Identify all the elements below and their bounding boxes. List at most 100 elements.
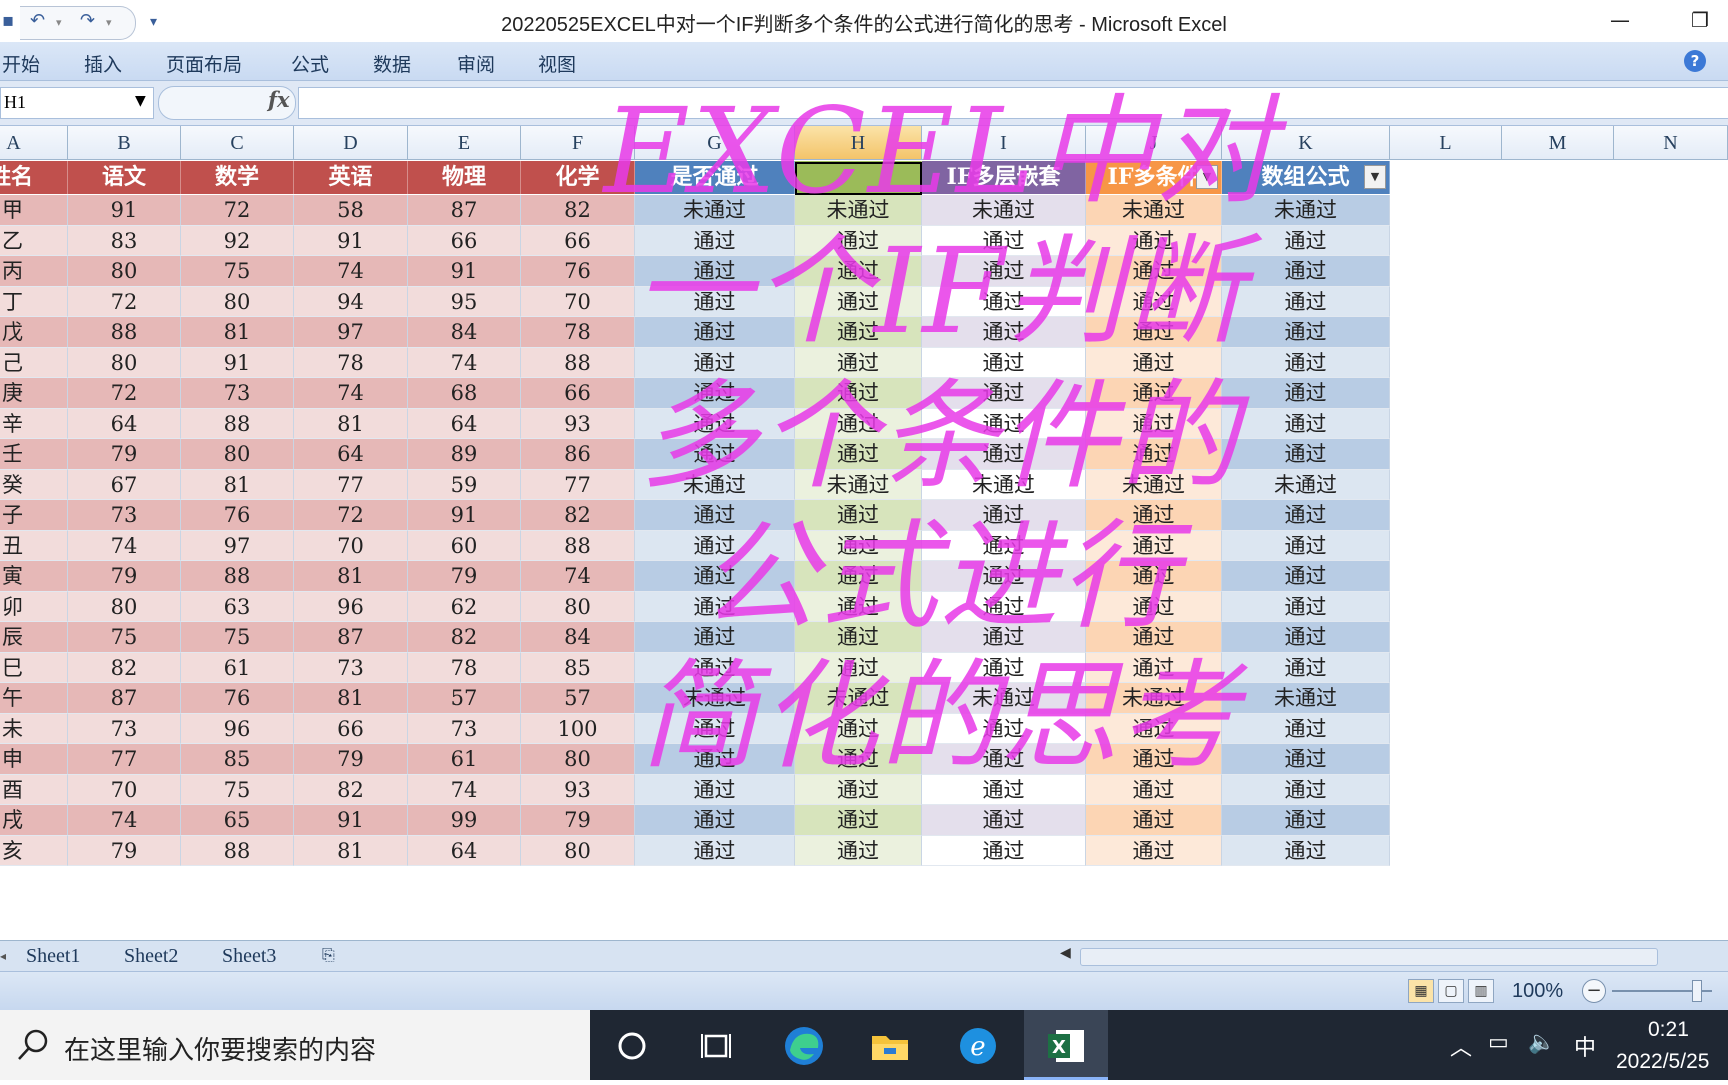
header-cell-physics[interactable]: 物理: [408, 161, 521, 194]
scroll-left-icon[interactable]: ◂: [0, 944, 6, 968]
cell-physics[interactable]: 60: [408, 530, 521, 561]
cell-chemistry[interactable]: 57: [521, 683, 635, 714]
cell-if-nested[interactable]: 未通过: [922, 469, 1086, 500]
column-header-c[interactable]: C: [181, 126, 294, 160]
cell-h[interactable]: 通过: [795, 500, 922, 531]
cell-chemistry[interactable]: 77: [521, 469, 635, 500]
cell-name[interactable]: 子: [0, 500, 68, 531]
task-view-icon[interactable]: [692, 1022, 740, 1070]
cell-chemistry[interactable]: 80: [521, 744, 635, 775]
insert-sheet-icon[interactable]: ⎘: [322, 944, 335, 968]
column-header-n[interactable]: N: [1614, 126, 1728, 160]
cell-math[interactable]: 81: [181, 469, 294, 500]
cell-chinese[interactable]: 79: [68, 835, 181, 866]
cell-chemistry[interactable]: 76: [521, 256, 635, 287]
page-break-view-button[interactable]: ▥: [1468, 979, 1494, 1003]
sheet-tab-sheet3[interactable]: Sheet3: [222, 944, 276, 968]
cell-name[interactable]: 卯: [0, 591, 68, 622]
cell-chinese[interactable]: 83: [68, 225, 181, 256]
cell-if-nested[interactable]: 通过: [922, 622, 1086, 653]
cell-english[interactable]: 79: [294, 744, 408, 775]
header-cell-math[interactable]: 数学: [181, 161, 294, 194]
cell-english[interactable]: 81: [294, 683, 408, 714]
search-input[interactable]: 在这里输入你要搜索的内容: [64, 1030, 376, 1067]
cell-name[interactable]: 寅: [0, 561, 68, 592]
network-icon[interactable]: ▭: [1488, 1030, 1509, 1055]
cell-if-multi[interactable]: 通过: [1086, 500, 1222, 531]
zoom-out-button[interactable]: −: [1582, 979, 1606, 1003]
cell-physics[interactable]: 62: [408, 591, 521, 622]
cell-if-multi[interactable]: 通过: [1086, 652, 1222, 683]
normal-view-button[interactable]: ▦: [1408, 979, 1434, 1003]
cell-math[interactable]: 75: [181, 256, 294, 287]
header-cell-chemistry[interactable]: 化学: [521, 161, 635, 194]
cell-english[interactable]: 74: [294, 378, 408, 409]
cell-physics[interactable]: 73: [408, 713, 521, 744]
cell-english[interactable]: 91: [294, 225, 408, 256]
cell-h[interactable]: 通过: [795, 347, 922, 378]
tab-review[interactable]: 审阅: [457, 50, 495, 77]
clock-time[interactable]: 0:21: [1648, 1018, 1689, 1042]
cell-h[interactable]: 通过: [795, 439, 922, 470]
cell-pass[interactable]: 通过: [635, 561, 795, 592]
cell-physics[interactable]: 78: [408, 652, 521, 683]
cell-array[interactable]: 通过: [1222, 591, 1390, 622]
cell-h[interactable]: 通过: [795, 561, 922, 592]
cell-if-nested[interactable]: 通过: [922, 256, 1086, 287]
cell-english[interactable]: 58: [294, 195, 408, 226]
cell-math[interactable]: 76: [181, 500, 294, 531]
cell-chemistry[interactable]: 88: [521, 347, 635, 378]
taskbar-search[interactable]: 在这里输入你要搜索的内容: [0, 1010, 590, 1080]
cell-physics[interactable]: 61: [408, 744, 521, 775]
cell-name[interactable]: 丁: [0, 286, 68, 317]
cell-if-nested[interactable]: 通过: [922, 805, 1086, 836]
column-header-b[interactable]: B: [68, 126, 181, 160]
edge-icon[interactable]: [780, 1022, 828, 1070]
header-cell-if-multi[interactable]: IF多条件 ▼: [1086, 161, 1222, 194]
cell-english[interactable]: 82: [294, 774, 408, 805]
chevron-up-icon[interactable]: ︿: [1450, 1030, 1472, 1062]
cell-h[interactable]: 通过: [795, 591, 922, 622]
column-header-i[interactable]: I: [922, 126, 1086, 160]
cell-physics[interactable]: 91: [408, 256, 521, 287]
cell-chemistry[interactable]: 93: [521, 774, 635, 805]
cell-math[interactable]: 75: [181, 774, 294, 805]
cell-pass[interactable]: 通过: [635, 591, 795, 622]
cell-array[interactable]: 通过: [1222, 347, 1390, 378]
cell-english[interactable]: 77: [294, 469, 408, 500]
cell-math[interactable]: 88: [181, 408, 294, 439]
cell-h[interactable]: 通过: [795, 652, 922, 683]
cell-english[interactable]: 74: [294, 256, 408, 287]
cell-if-multi[interactable]: 通过: [1086, 439, 1222, 470]
ie-icon[interactable]: e: [954, 1022, 1002, 1070]
cell-h[interactable]: 通过: [795, 286, 922, 317]
cell-chinese[interactable]: 88: [68, 317, 181, 348]
cell-h[interactable]: 通过: [795, 713, 922, 744]
cell-english[interactable]: 91: [294, 805, 408, 836]
cell-h[interactable]: 通过: [795, 622, 922, 653]
cell-math[interactable]: 63: [181, 591, 294, 622]
function-icon[interactable]: fx: [268, 87, 290, 112]
cell-array[interactable]: 通过: [1222, 408, 1390, 439]
cell-physics[interactable]: 87: [408, 195, 521, 226]
cell-chinese[interactable]: 75: [68, 622, 181, 653]
cell-array[interactable]: 未通过: [1222, 683, 1390, 714]
cell-name[interactable]: 辰: [0, 622, 68, 653]
filter-dropdown-icon[interactable]: ▼: [1196, 165, 1218, 189]
cell-physics[interactable]: 64: [408, 835, 521, 866]
cell-chinese[interactable]: 80: [68, 591, 181, 622]
header-cell-h[interactable]: [795, 161, 922, 194]
cell-if-nested[interactable]: 通过: [922, 347, 1086, 378]
column-header-l[interactable]: L: [1390, 126, 1502, 160]
cell-chemistry[interactable]: 79: [521, 805, 635, 836]
header-cell-array[interactable]: 数组公式 ▼: [1222, 161, 1390, 194]
cell-chinese[interactable]: 77: [68, 744, 181, 775]
header-cell-name[interactable]: 姓名: [0, 161, 68, 194]
cell-chinese[interactable]: 70: [68, 774, 181, 805]
cell-array[interactable]: 通过: [1222, 378, 1390, 409]
cell-physics[interactable]: 74: [408, 774, 521, 805]
cell-english[interactable]: 70: [294, 530, 408, 561]
cell-if-multi[interactable]: 通过: [1086, 225, 1222, 256]
cell-chinese[interactable]: 79: [68, 561, 181, 592]
cell-array[interactable]: 通过: [1222, 530, 1390, 561]
